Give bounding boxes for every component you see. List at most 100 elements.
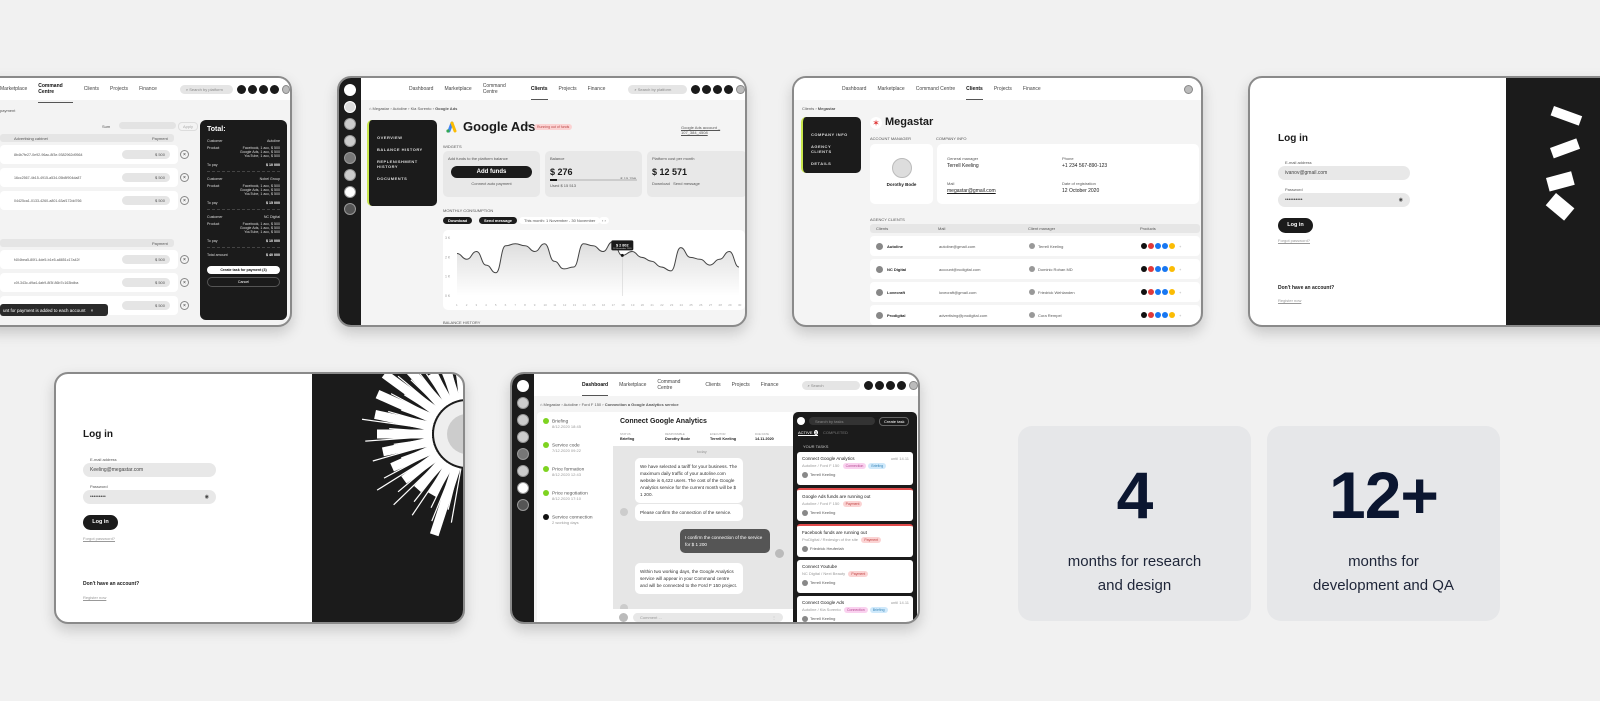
close-icon[interactable]: × (91, 308, 94, 313)
nav-clients[interactable]: Clients (84, 86, 99, 92)
search-input[interactable]: ⌕ Search by platform (179, 84, 234, 94)
nav-command-centre[interactable]: Command Centre (657, 379, 694, 391)
bell-icon[interactable] (237, 84, 247, 94)
connect-auto-payment-link[interactable]: Connect auto payment (448, 181, 535, 186)
nav-marketplace[interactable]: Marketplace (0, 86, 27, 92)
platform-icon[interactable] (517, 465, 529, 477)
help-icon[interactable] (713, 84, 723, 94)
nav-clients[interactable]: Clients (966, 86, 983, 100)
nav-dashboard[interactable]: Dashboard (409, 86, 433, 92)
platform-icon[interactable] (517, 448, 529, 460)
instagram-icon[interactable] (344, 101, 356, 113)
amount-input[interactable]: $ 500 (122, 255, 170, 264)
platform-icon[interactable] (517, 414, 529, 426)
more-icon[interactable]: + (1179, 290, 1181, 295)
add-icon[interactable] (517, 499, 529, 511)
nav-projects[interactable]: Projects (732, 382, 750, 388)
amount-input[interactable]: $ 500 (122, 278, 170, 287)
cancel-button[interactable]: Cancel (207, 277, 280, 287)
search-input[interactable]: ⌕ Search (801, 380, 861, 390)
task-card[interactable]: Connect Google Ads until 14.11 Autoline … (797, 596, 913, 622)
bell-icon[interactable] (691, 84, 701, 94)
menu-company-info[interactable]: COMPANY INFO (811, 132, 853, 137)
bell-icon[interactable] (864, 380, 874, 390)
edit-icon[interactable]: ✎ (527, 124, 531, 130)
add-icon[interactable] (344, 203, 356, 215)
more-icon[interactable]: + (1179, 244, 1181, 249)
client-row[interactable]: Lovecraft lovecraft@gmail.com Friedrick … (870, 282, 1200, 302)
home-icon[interactable] (344, 84, 356, 96)
notification-icon[interactable] (702, 84, 712, 94)
task-card[interactable]: Connect Google Analytics until 14.11 Aut… (797, 452, 913, 485)
task-search-input[interactable]: Search by tasks (809, 417, 875, 425)
remove-icon[interactable]: × (180, 278, 189, 287)
nav-finance[interactable]: Finance (139, 86, 157, 92)
more-icon[interactable]: + (1179, 313, 1181, 318)
help-icon[interactable] (886, 380, 896, 390)
forgot-password-link[interactable]: Forgot password? (1278, 238, 1310, 243)
filter-icon[interactable] (797, 417, 805, 425)
remove-icon[interactable]: × (180, 150, 189, 159)
avatar[interactable] (736, 84, 745, 94)
client-row[interactable]: Autoline autoline@gmail.com Terrell Keel… (870, 236, 1200, 256)
nav-projects[interactable]: Projects (559, 86, 577, 92)
company-mail-link[interactable]: megastar@gmail.com (947, 188, 996, 194)
task-card[interactable]: Facebook funds are running out ProDigita… (797, 524, 913, 557)
period-select[interactable]: This month: 1 November - 30 November (519, 217, 601, 224)
nav-dashboard[interactable]: Dashboard (842, 86, 866, 92)
add-funds-button[interactable]: Add funds (451, 166, 532, 178)
login-button[interactable]: Log in (1278, 218, 1313, 233)
apply-button[interactable]: Apply (178, 122, 199, 131)
create-task-button[interactable]: Create task (879, 417, 910, 426)
send-message-button[interactable]: Send message (479, 217, 518, 224)
menu-details[interactable]: DETAILS (811, 161, 853, 166)
task-card[interactable]: Connect Youtube NC Digital / Next Beauty… (797, 560, 913, 593)
location-icon[interactable] (344, 186, 356, 198)
password-field[interactable]: ••••••••• ◉ (83, 490, 216, 504)
tab-active[interactable]: ACTIVE 3 (798, 430, 818, 436)
email-field[interactable]: Keeling@megastar.com (83, 463, 216, 477)
nav-dashboard[interactable]: Dashboard (582, 382, 609, 396)
menu-replenishment-history[interactable]: REPLENISHMENT HISTORY (377, 159, 429, 169)
tab-completed[interactable]: COMPLETED (823, 430, 848, 435)
nav-marketplace[interactable]: Marketplace (444, 86, 471, 92)
avatar[interactable] (1184, 84, 1193, 94)
nav-finance[interactable]: Finance (1023, 86, 1041, 92)
nav-clients[interactable]: Clients (705, 382, 720, 388)
nav-projects[interactable]: Projects (110, 86, 128, 92)
eye-icon[interactable]: ◉ (205, 494, 209, 500)
help-icon[interactable] (259, 84, 269, 94)
nav-finance[interactable]: Finance (761, 382, 779, 388)
remove-icon[interactable]: × (180, 301, 189, 310)
client-row[interactable]: Prodigital advertising@prodigital.com Co… (870, 305, 1200, 325)
nav-command-centre[interactable]: Command Centre (38, 83, 74, 103)
amount-input[interactable]: $ 500 (122, 301, 170, 310)
task-card[interactable]: Google Ads funds are running out Autolin… (797, 488, 913, 521)
amount-input[interactable]: $ 500 (122, 150, 170, 159)
remove-icon[interactable]: × (180, 173, 189, 182)
nav-clients[interactable]: Clients (530, 86, 548, 100)
settings-icon[interactable] (270, 84, 280, 94)
menu-documents[interactable]: DOCUMENTS (377, 176, 429, 181)
settings-icon[interactable] (897, 380, 907, 390)
send-message-link[interactable]: Send message (673, 181, 700, 186)
eye-icon[interactable]: ◉ (1399, 197, 1403, 203)
nav-marketplace[interactable]: Marketplace (619, 382, 646, 388)
notification-icon[interactable] (875, 380, 885, 390)
search-input[interactable]: ⌕ Search by platform (628, 84, 688, 94)
location-icon[interactable] (517, 482, 529, 494)
amount-input[interactable]: $ 500 (122, 196, 170, 205)
password-field[interactable]: •••••••••• ◉ (1278, 193, 1410, 207)
platform-icon[interactable] (344, 152, 356, 164)
nav-command-centre[interactable]: Command Centre (483, 83, 520, 95)
client-row[interactable]: NC Digital account@ncdigital.com Dominic… (870, 259, 1200, 279)
menu-overview[interactable]: OVERVIEW (377, 135, 429, 140)
platform-icon[interactable] (344, 169, 356, 181)
register-link[interactable]: Register now (83, 595, 106, 600)
email-field[interactable]: ivanov@gmail.com (1278, 166, 1410, 180)
menu-balance-history[interactable]: BALANCE HISTORY (377, 147, 429, 152)
monthly-consumption-label[interactable]: MONTHLY CONSUMPTION (443, 208, 493, 213)
amount-input[interactable]: $ 500 (122, 173, 170, 182)
period-arrows[interactable]: ‹ › (599, 217, 609, 224)
download-button[interactable]: Download (443, 217, 473, 224)
